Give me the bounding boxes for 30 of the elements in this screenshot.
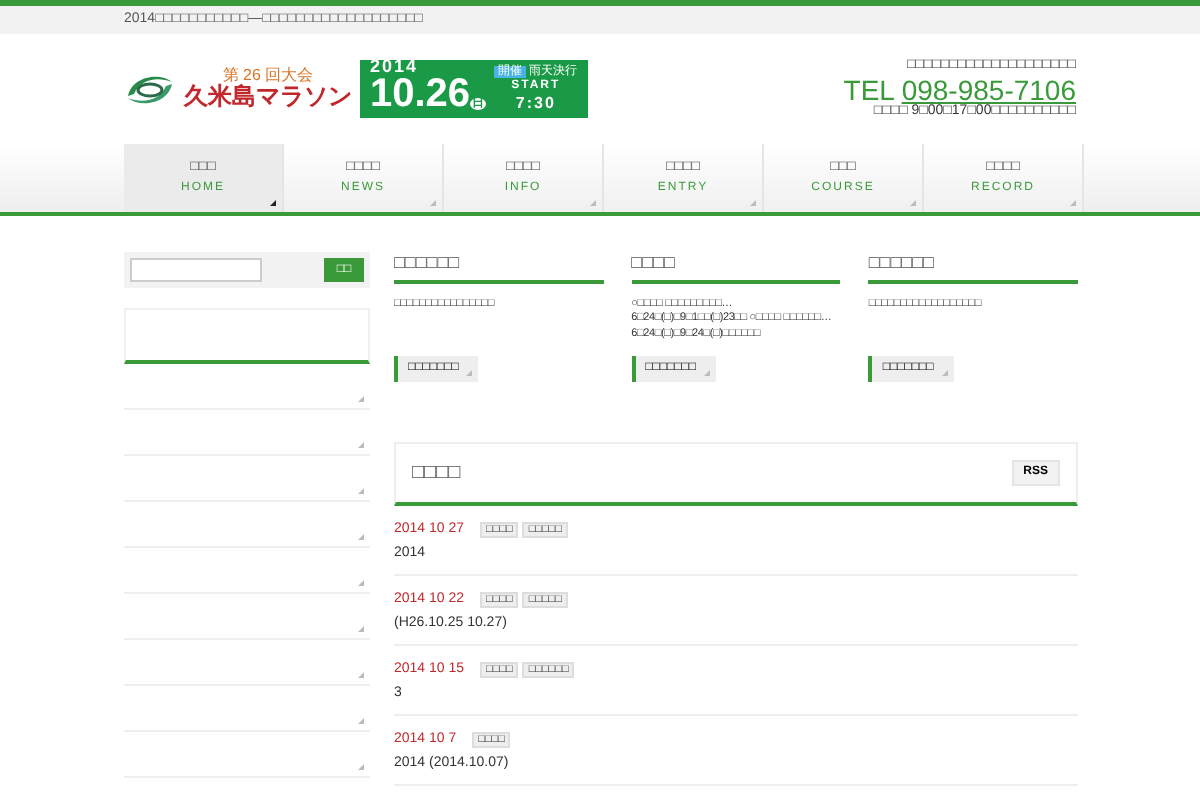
corner-icon bbox=[590, 200, 596, 206]
corner-icon bbox=[358, 626, 364, 632]
start-time: 7:30 bbox=[513, 93, 558, 112]
corner-icon bbox=[358, 672, 364, 678]
corner-icon bbox=[941, 369, 948, 376]
corner-icon bbox=[358, 442, 364, 448]
corner-icon bbox=[750, 200, 756, 206]
corner-icon bbox=[358, 580, 364, 586]
tel-label: TEL bbox=[843, 73, 894, 105]
section-heading: □□□□ bbox=[631, 252, 841, 284]
corner-icon bbox=[358, 764, 364, 770]
corner-icon bbox=[466, 369, 473, 376]
search-field[interactable] bbox=[130, 258, 262, 282]
edition-label: 第 26 回大会 bbox=[220, 67, 316, 83]
corner-icon bbox=[1070, 200, 1076, 206]
section-heading: □□□□□□ bbox=[868, 252, 1079, 284]
news-title: □□□□ bbox=[412, 459, 461, 488]
corner-icon bbox=[358, 396, 364, 402]
section-heading: □□□□□□ bbox=[394, 252, 604, 284]
corner-icon bbox=[358, 718, 364, 724]
corner-icon bbox=[430, 200, 436, 206]
event-year: 2014 bbox=[370, 57, 421, 75]
corner-icon bbox=[270, 200, 276, 206]
corner-icon bbox=[704, 369, 711, 376]
corner-icon bbox=[358, 488, 364, 494]
logo-title: 久米島マラソン bbox=[184, 84, 352, 111]
corner-icon bbox=[358, 534, 364, 540]
corner-icon bbox=[910, 200, 916, 206]
phone-link[interactable]: 098-985-7106 bbox=[901, 73, 1076, 105]
event-date: 10.26 bbox=[370, 71, 471, 115]
